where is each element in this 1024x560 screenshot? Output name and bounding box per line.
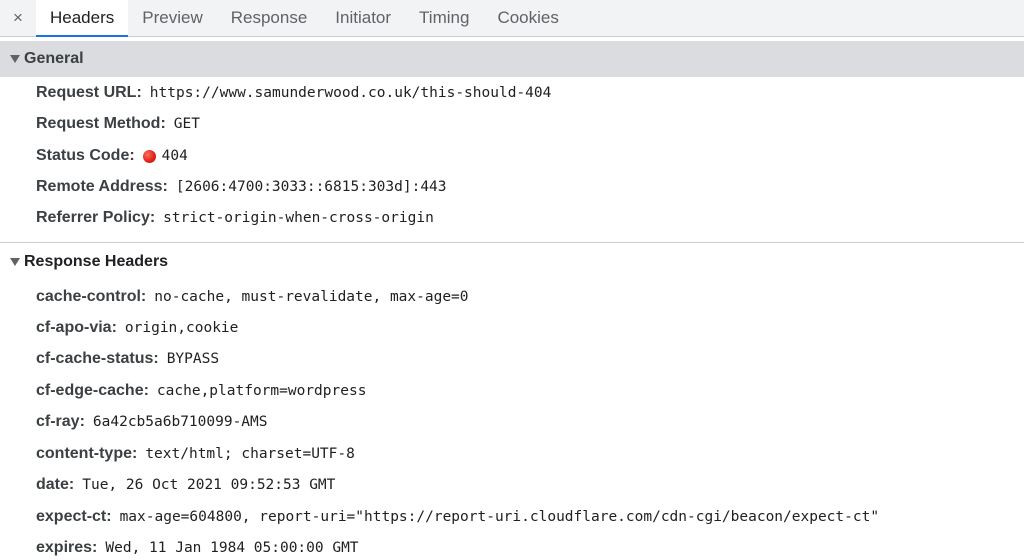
general-row-request-url: Request URL: https://www.samunderwood.co… — [36, 81, 551, 105]
response-header-row: cf-cache-status: BYPASS — [36, 347, 219, 371]
header-value: max-age=604800, report-uri="https://repo… — [119, 509, 880, 525]
response-header-row: cf-apo-via: origin,cookie — [36, 316, 238, 340]
status-error-dot-icon — [142, 149, 156, 163]
header-value: text/html; charset=UTF-8 — [145, 446, 355, 462]
close-icon[interactable]: × — [0, 0, 36, 36]
general-row-status-code: Status Code: 404 — [36, 144, 188, 168]
header-value: strict-origin-when-cross-origin — [163, 210, 434, 226]
response-header-row: cache-control: no-cache, must-revalidate… — [36, 285, 469, 309]
header-key: cache-control: — [36, 288, 147, 305]
header-key: Status Code: — [36, 147, 135, 164]
response-header-row: cf-edge-cache: cache,platform=wordpress — [36, 379, 366, 403]
header-value: no-cache, must-revalidate, max-age=0 — [154, 289, 469, 305]
header-key: expect-ct: — [36, 508, 112, 525]
header-key: cf-apo-via: — [36, 319, 117, 336]
header-value: 6a42cb5a6b710099-AMS — [92, 414, 268, 430]
header-value: https://www.samunderwood.co.uk/this-shou… — [149, 85, 552, 101]
header-key: cf-edge-cache: — [36, 382, 149, 399]
header-value: Tue, 26 Oct 2021 09:52:53 GMT — [82, 477, 336, 493]
tab-headers[interactable]: Headers — [36, 0, 129, 37]
header-value: 404 — [161, 148, 188, 164]
header-value: GET — [173, 116, 200, 132]
response-header-row: date: Tue, 26 Oct 2021 09:52:53 GMT — [36, 473, 335, 497]
general-row-remote-address: Remote Address: [2606:4700:3033::6815:30… — [36, 175, 447, 199]
general-section-title: General — [24, 50, 84, 67]
response-header-row: expires: Wed, 11 Jan 1984 05:00:00 GMT — [36, 536, 359, 560]
header-key: date: — [36, 476, 75, 493]
header-value: cache,platform=wordpress — [156, 383, 367, 399]
tab-response[interactable]: Response — [217, 0, 322, 36]
response-headers-section-title: Response Headers — [24, 253, 169, 270]
collapse-triangle-icon — [10, 258, 20, 266]
response-header-row: expect-ct: max-age=604800, report-uri="h… — [36, 505, 879, 529]
devtools-tabbar: × Headers Preview Response Initiator Tim… — [0, 0, 1024, 37]
tab-initiator[interactable]: Initiator — [321, 0, 405, 36]
header-key: expires: — [36, 539, 98, 556]
general-row-referrer-policy: Referrer Policy: strict-origin-when-cros… — [36, 206, 434, 230]
general-section-header[interactable]: General — [0, 41, 1024, 77]
header-value: origin,cookie — [124, 320, 239, 336]
collapse-triangle-icon — [10, 55, 20, 63]
section-divider — [0, 242, 1024, 243]
tab-cookies[interactable]: Cookies — [483, 0, 572, 36]
header-value: Wed, 11 Jan 1984 05:00:00 GMT — [105, 540, 359, 556]
general-row-request-method: Request Method: GET — [36, 112, 200, 136]
header-value: [2606:4700:3033::6815:303d]:443 — [175, 179, 447, 195]
tab-timing[interactable]: Timing — [405, 0, 483, 36]
header-key: cf-cache-status: — [36, 350, 159, 367]
header-key: cf-ray: — [36, 413, 85, 430]
tab-preview[interactable]: Preview — [128, 0, 216, 36]
header-key: content-type: — [36, 445, 138, 462]
header-key: Request URL: — [36, 84, 142, 101]
response-header-row: content-type: text/html; charset=UTF-8 — [36, 442, 355, 466]
response-headers-section-header[interactable]: Response Headers — [0, 244, 1024, 280]
response-header-row: cf-ray: 6a42cb5a6b710099-AMS — [36, 410, 268, 434]
header-key: Request Method: — [36, 115, 166, 132]
header-key: Referrer Policy: — [36, 209, 156, 226]
header-key: Remote Address: — [36, 178, 168, 195]
header-value: BYPASS — [166, 351, 220, 367]
